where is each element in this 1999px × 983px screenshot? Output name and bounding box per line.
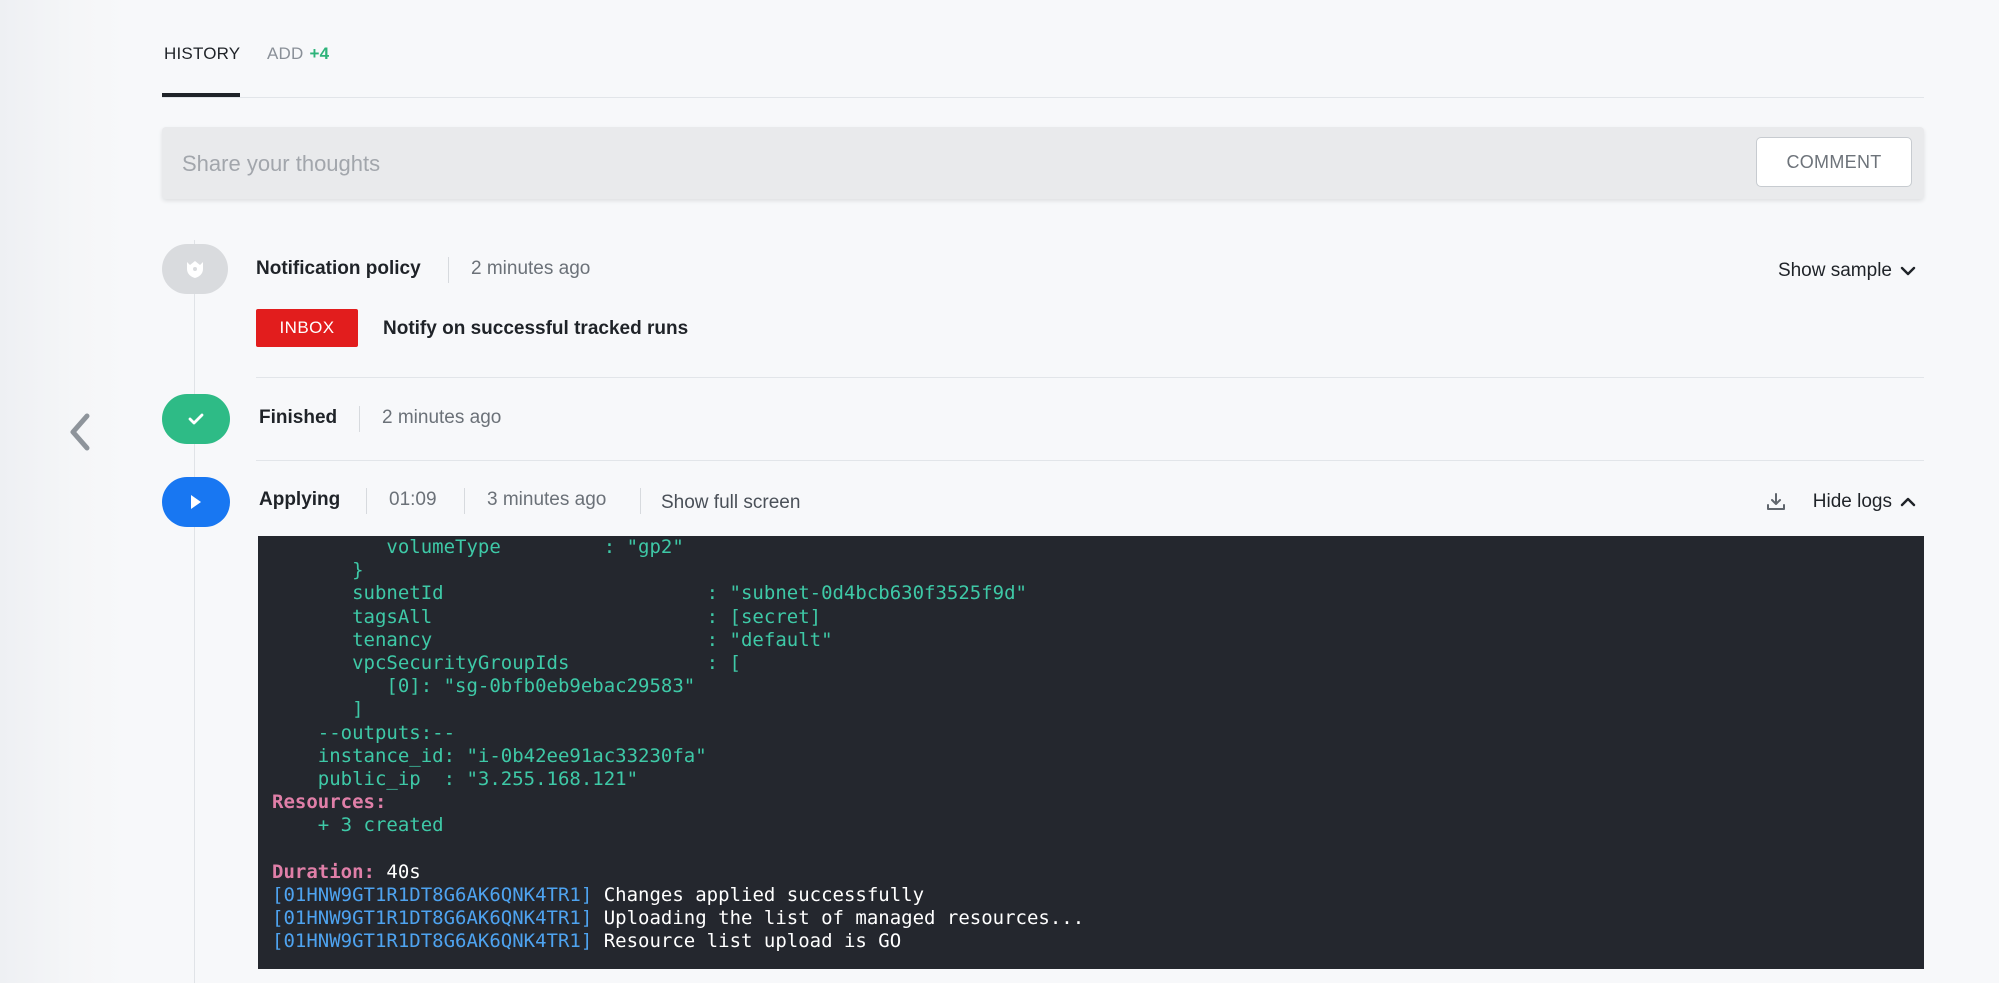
log-line: volumeType : "gp2"	[272, 536, 1924, 559]
comment-bar: COMMENT	[162, 127, 1924, 199]
log-segment: }	[272, 559, 364, 582]
log-segment: Resources:	[272, 791, 387, 814]
log-line: subnetId : "subnet-0d4bcb630f3525f9d"	[272, 582, 1924, 605]
log-segment: subnetId : "subnet-0d4bcb630f3525f9d"	[272, 582, 1027, 605]
separator	[359, 406, 360, 432]
tab-add-count: +4	[309, 44, 330, 63]
log-segment: + 3 created	[272, 814, 444, 837]
log-segment: [01HNW9GT1R1DT8G6AK6QNK4TR1]	[272, 883, 593, 906]
check-icon	[188, 413, 204, 425]
applying-status-icon	[162, 477, 230, 527]
log-segment: Changes applied successfully	[592, 883, 925, 906]
log-segment: tagsAll : [secret]	[272, 605, 822, 628]
applying-duration: 01:09	[389, 489, 437, 510]
log-controls: Hide logs	[1765, 491, 1916, 513]
shield-icon	[187, 261, 203, 278]
history-panel: HISTORY ADD +4 COMMENT Notification polic…	[162, 0, 1924, 983]
log-line: public_ip : "3.255.168.121"	[272, 768, 1924, 791]
log-line: instance_id: "i-0b42ee91ac33230fa"	[272, 745, 1924, 768]
log-segment: vpcSecurityGroupIds : [	[272, 651, 741, 674]
log-segment: Duration:	[272, 860, 387, 883]
tab-history[interactable]: HISTORY	[164, 44, 240, 64]
divider	[256, 377, 1924, 378]
log-line: [01HNW9GT1R1DT8G6AK6QNK4TR1] Changes app…	[272, 884, 1924, 907]
log-segment: [0]: "sg-0bfb0eb9ebac29583"	[272, 675, 696, 698]
log-segment: 40s	[386, 860, 421, 883]
comment-input[interactable]	[180, 145, 1684, 183]
log-line: vpcSecurityGroupIds : [	[272, 652, 1924, 675]
chevron-down-icon	[1900, 266, 1916, 276]
log-line: ]	[272, 698, 1924, 721]
log-segment: volumeType : "gp2"	[272, 536, 684, 558]
tab-bar: HISTORY ADD +4	[162, 0, 1924, 98]
divider	[256, 460, 1924, 461]
hide-logs-label: Hide logs	[1812, 491, 1892, 512]
log-line: Duration: 40s	[272, 861, 1924, 884]
log-line: [01HNW9GT1R1DT8G6AK6QNK4TR1] Resource li…	[272, 930, 1924, 953]
separator	[448, 257, 449, 283]
separator	[366, 488, 367, 514]
finished-status-icon	[162, 394, 230, 444]
log-line: [01HNW9GT1R1DT8G6AK6QNK4TR1] Uploading t…	[272, 907, 1924, 930]
comment-button[interactable]: COMMENT	[1756, 137, 1912, 187]
log-line: }	[272, 559, 1924, 582]
log-segment: [01HNW9GT1R1DT8G6AK6QNK4TR1]	[272, 907, 593, 929]
log-segment: tenancy : "default"	[272, 628, 833, 651]
log-segment: [01HNW9GT1R1DT8G6AK6QNK4TR1]	[272, 930, 593, 953]
left-gutter	[0, 0, 128, 983]
inbox-badge: INBOX	[256, 309, 358, 347]
log-output[interactable]: volumeType : "gp2" } subnetId : "subnet-…	[258, 536, 1924, 969]
log-line: [0]: "sg-0bfb0eb9ebac29583"	[272, 675, 1924, 698]
play-icon	[191, 495, 201, 509]
chevron-up-icon	[1900, 497, 1916, 507]
show-full-screen-link[interactable]: Show full screen	[661, 492, 800, 514]
tab-add-label: ADD	[267, 44, 304, 63]
show-sample-label: Show sample	[1777, 260, 1892, 281]
policy-timestamp: 2 minutes ago	[471, 258, 591, 279]
separator	[640, 488, 641, 514]
show-sample-toggle[interactable]: Show sample	[1778, 260, 1916, 282]
back-chevron-icon[interactable]	[60, 412, 100, 452]
timeline-line	[194, 240, 195, 983]
log-segment: Resource list upload is GO	[592, 930, 902, 953]
log-line: + 3 created	[272, 814, 1924, 837]
log-line: --outputs:--	[272, 722, 1924, 745]
log-line: tenancy : "default"	[272, 629, 1924, 652]
applying-timestamp: 3 minutes ago	[487, 489, 607, 510]
policy-title: Notification policy	[256, 258, 421, 279]
log-segment: --outputs:--	[272, 721, 456, 744]
applying-title: Applying	[259, 489, 341, 510]
policy-event-icon	[162, 244, 228, 294]
log-line: Resources:	[272, 791, 1924, 814]
active-tab-indicator	[162, 93, 240, 97]
download-icon	[1766, 493, 1785, 510]
log-segment: Uploading the list of managed resources.…	[592, 907, 1085, 929]
log-line: tagsAll : [secret]	[272, 606, 1924, 629]
policy-description: Notify on successful tracked runs	[383, 318, 689, 339]
finished-timestamp: 2 minutes ago	[382, 407, 502, 428]
tab-add[interactable]: ADD +4	[267, 44, 329, 64]
log-segment: instance_id: "i-0b42ee91ac33230fa"	[272, 744, 707, 767]
hide-logs-toggle[interactable]: Hide logs	[1813, 491, 1916, 513]
separator	[464, 488, 465, 514]
download-logs-button[interactable]	[1765, 491, 1787, 513]
log-segment: public_ip : "3.255.168.121"	[272, 767, 639, 790]
finished-title: Finished	[259, 407, 338, 428]
log-segment: ]	[272, 698, 364, 721]
